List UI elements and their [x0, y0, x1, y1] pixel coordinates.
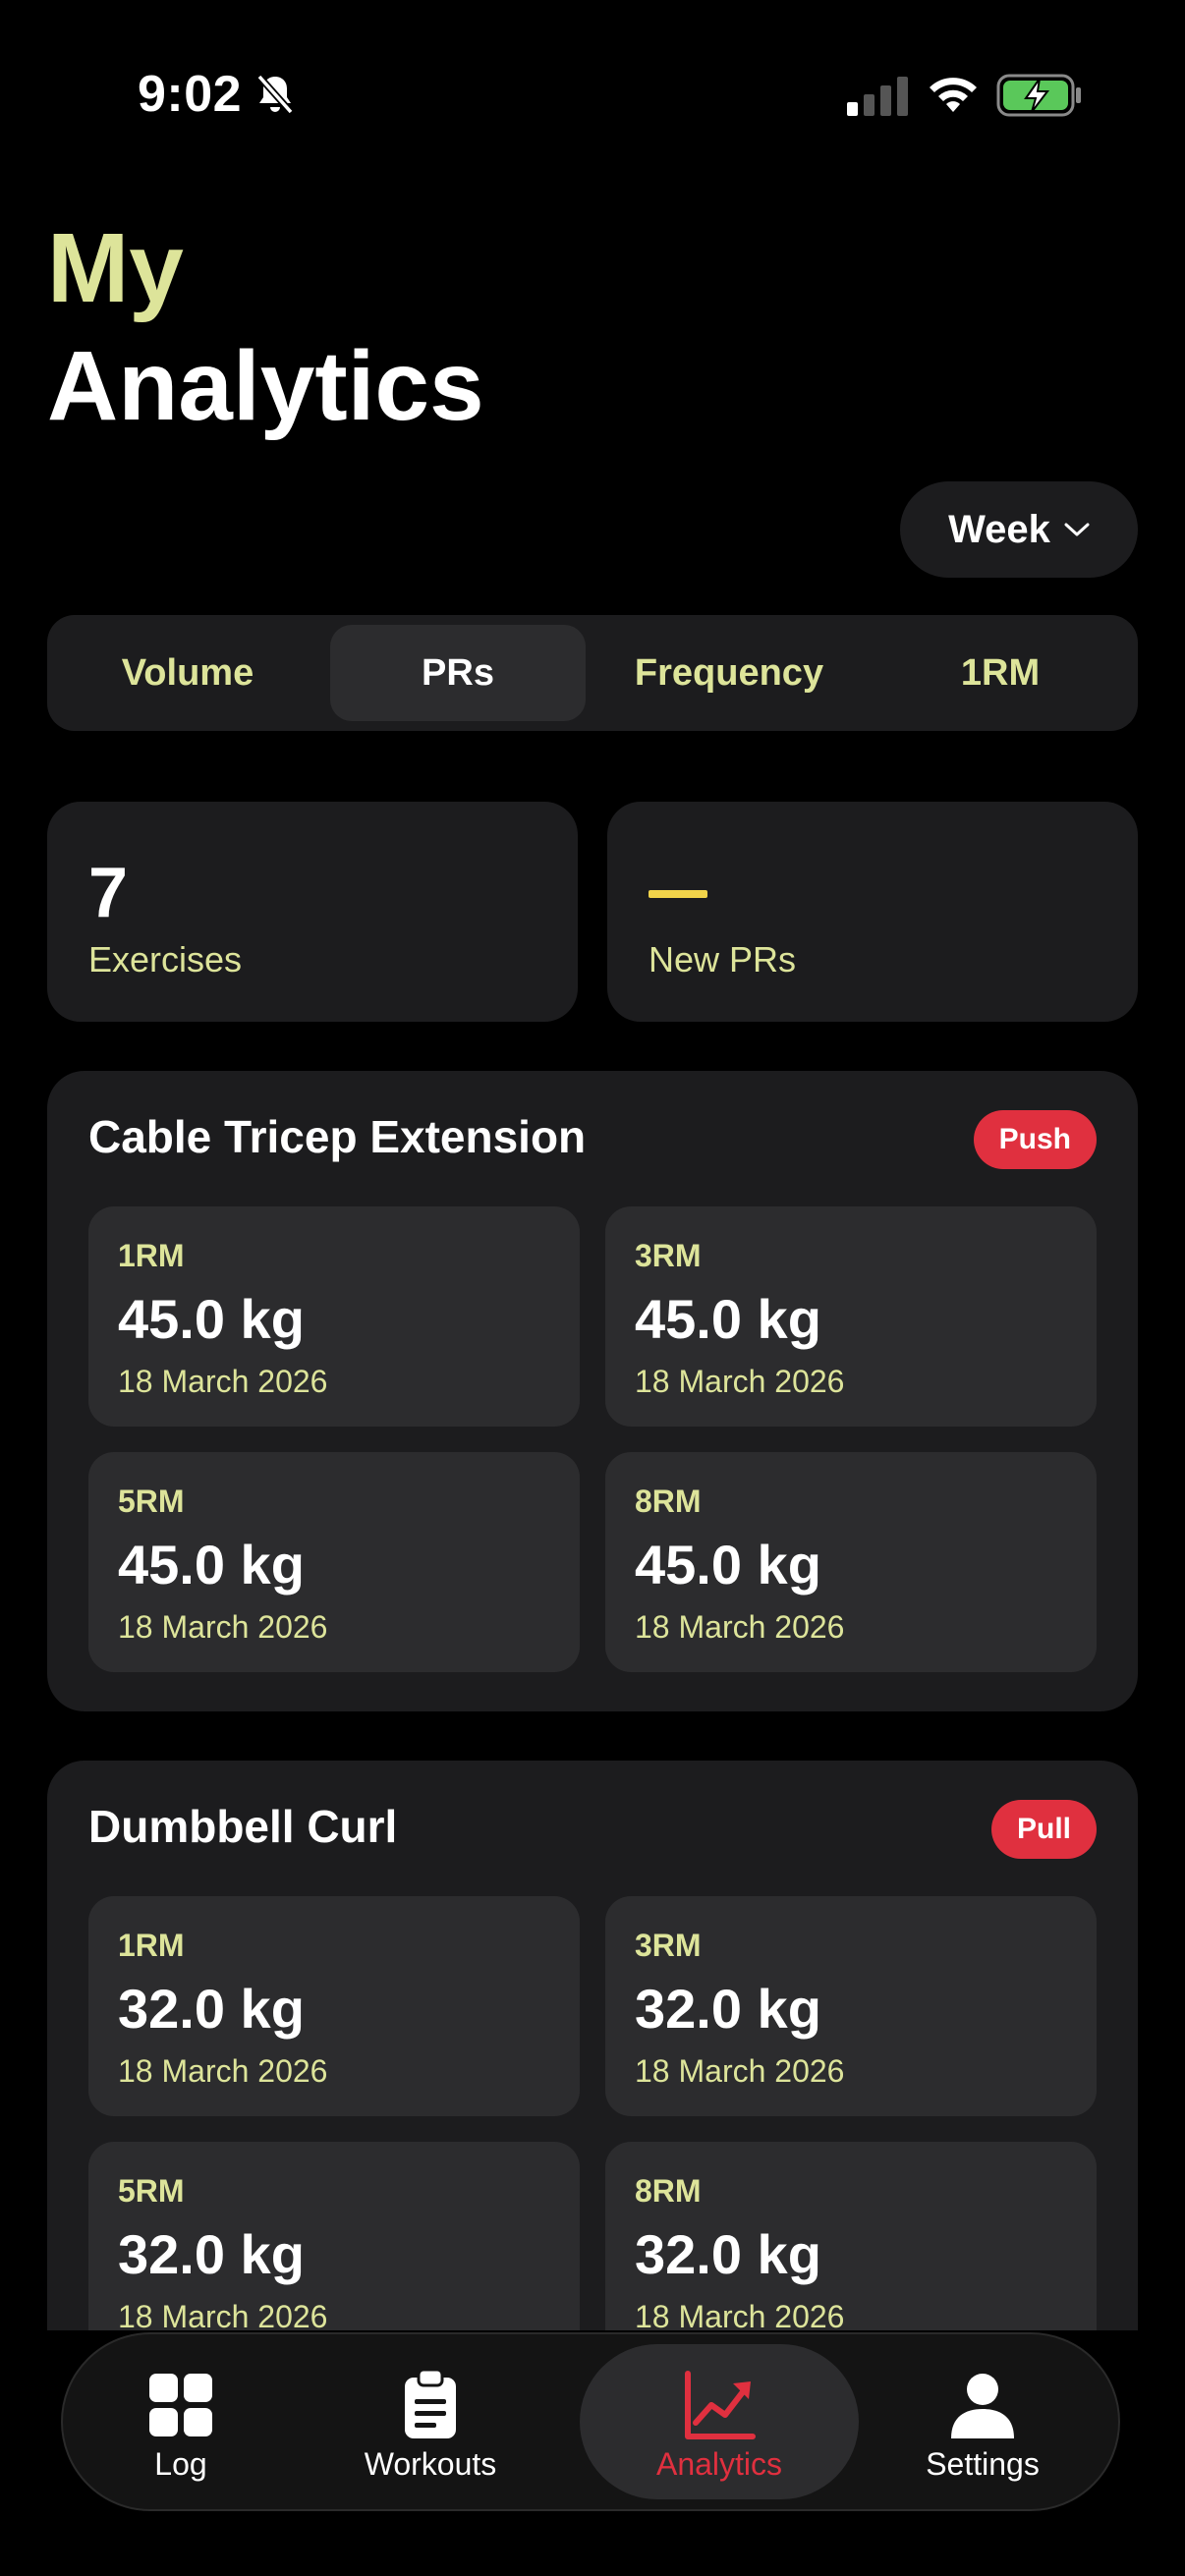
new-prs-label: New PRs	[649, 939, 797, 980]
pr-value: 32.0 kg	[118, 1978, 305, 2040]
clipboard-icon	[405, 2368, 456, 2438]
battery-charging-icon	[996, 74, 1081, 117]
pr-value: 32.0 kg	[118, 2223, 305, 2285]
category-badge: Push	[973, 1110, 1097, 1169]
exercises-label: Exercises	[88, 939, 243, 980]
category-badge: Pull	[990, 1800, 1097, 1859]
new-prs-empty-dash	[649, 890, 707, 898]
tab-bar-label: Settings	[926, 2446, 1040, 2482]
new-prs-stat-card: New PRs	[607, 802, 1138, 1022]
pr-value: 45.0 kg	[118, 1288, 305, 1350]
pr-date: 18 March 2026	[118, 1364, 328, 1399]
tab-bar-item-log[interactable]: Log	[63, 2344, 299, 2499]
pr-label: 1RM	[118, 1928, 185, 1963]
pr-label: 1RM	[118, 1238, 185, 1273]
pr-label: 8RM	[635, 2173, 702, 2209]
pr-value: 45.0 kg	[635, 1534, 821, 1596]
pr-value: 45.0 kg	[118, 1534, 305, 1596]
exercises-stat-card: 7 Exercises	[47, 802, 578, 1022]
status-time: 9:02	[138, 66, 243, 123]
pr-date: 18 March 2026	[118, 2053, 328, 2089]
page-title: Analytics	[47, 331, 484, 441]
exercise-card[interactable]: Cable Tricep Extension Push 1RM 45.0 kg …	[47, 1071, 1138, 1711]
pr-tile-8rm: 8RM 45.0 kg 18 March 2026	[605, 1452, 1097, 1672]
chevron-down-icon	[1064, 523, 1090, 536]
wifi-icon	[930, 78, 977, 112]
cellular-signal-icon	[847, 77, 908, 116]
person-icon	[951, 2374, 1014, 2438]
pr-label: 8RM	[635, 1484, 702, 1519]
pr-label: 3RM	[635, 1238, 702, 1273]
bottom-tab-bar: Log Workouts Analytics Settings	[61, 2332, 1120, 2511]
analytics-segmented-control: Volume PRs Frequency 1RM	[47, 615, 1138, 731]
tab-volume[interactable]: Volume	[57, 625, 318, 721]
pr-date: 18 March 2026	[118, 1609, 328, 1645]
pr-tile-3rm: 3RM 45.0 kg 18 March 2026	[605, 1206, 1097, 1427]
exercise-card[interactable]: Dumbbell Curl Pull 1RM 32.0 kg 18 March …	[47, 1761, 1138, 2401]
tab-bar-label: Workouts	[364, 2446, 497, 2482]
status-bar: 9:02	[0, 0, 1185, 196]
period-dropdown[interactable]: Week	[900, 481, 1138, 578]
tab-bar-item-workouts[interactable]: Workouts	[312, 2344, 548, 2499]
pr-label: 3RM	[635, 1928, 702, 1963]
tab-bar-label: Analytics	[655, 2446, 783, 2482]
exercise-name: Cable Tricep Extension	[88, 1111, 587, 1162]
pr-tile-8rm: 8RM 32.0 kg 18 March 2026	[605, 2142, 1097, 2362]
pr-label: 5RM	[118, 1484, 185, 1519]
pr-value: 45.0 kg	[635, 1288, 821, 1350]
pr-tile-5rm: 5RM 45.0 kg 18 March 2026	[88, 1452, 580, 1672]
pr-tile-1rm: 1RM 32.0 kg 18 March 2026	[88, 1896, 580, 2116]
pr-date: 18 March 2026	[635, 1364, 845, 1399]
pr-date: 18 March 2026	[635, 1609, 845, 1645]
pr-tile-5rm: 5RM 32.0 kg 18 March 2026	[88, 2142, 580, 2362]
grid-icon	[149, 2374, 212, 2436]
pr-value: 32.0 kg	[635, 1978, 821, 2040]
tab-bar-label: Log	[154, 2446, 207, 2482]
bell-slash-icon	[256, 74, 294, 115]
tab-bar-item-analytics[interactable]: Analytics	[580, 2344, 859, 2499]
page-title-prefix: My	[47, 213, 184, 323]
exercises-count: 7	[88, 854, 129, 932]
tab-prs[interactable]: PRs	[330, 625, 586, 721]
period-dropdown-value: Week	[948, 507, 1050, 551]
pr-tile-3rm: 3RM 32.0 kg 18 March 2026	[605, 1896, 1097, 2116]
pr-tile-1rm: 1RM 45.0 kg 18 March 2026	[88, 1206, 580, 1427]
pr-label: 5RM	[118, 2173, 185, 2209]
exercise-name: Dumbbell Curl	[88, 1801, 398, 1852]
tab-bar-item-settings[interactable]: Settings	[865, 2344, 1100, 2499]
tab-frequency[interactable]: Frequency	[597, 625, 861, 721]
tab-1rm[interactable]: 1RM	[873, 625, 1128, 721]
pr-date: 18 March 2026	[635, 2053, 845, 2089]
pr-value: 32.0 kg	[635, 2223, 821, 2285]
chart-line-icon	[685, 2371, 756, 2439]
